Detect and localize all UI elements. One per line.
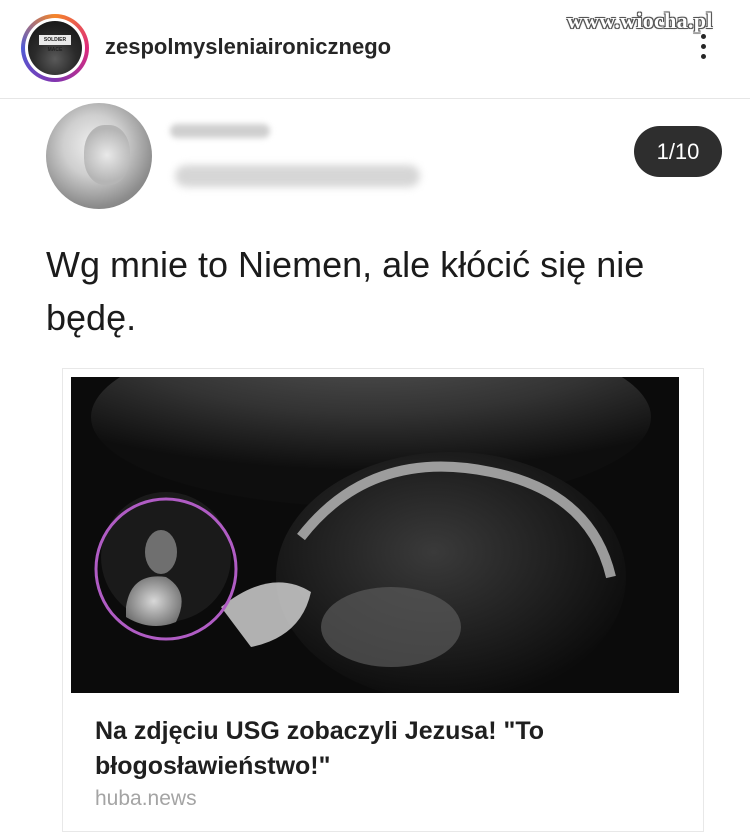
- post-caption: Wg mnie to Niemen, ale kłócić się nie bę…: [46, 244, 645, 338]
- commenter-avatar: [46, 103, 152, 209]
- watermark: www.wiocha.pl: [567, 8, 713, 33]
- link-domain[interactable]: huba.news: [95, 787, 197, 811]
- link-title[interactable]: Na zdjęciu USG zobaczyli Jezusa! "To bło…: [95, 714, 655, 784]
- avatar-image: SOLDIER MACE: [28, 21, 82, 75]
- ultrasound-illustration: [71, 377, 679, 693]
- more-options-icon[interactable]: [700, 34, 708, 64]
- avatar-sign: SOLDIER MACE: [39, 35, 71, 53]
- ultrasound-image: [71, 377, 679, 693]
- username[interactable]: zespolmysleniaironicznego: [105, 34, 391, 60]
- profile-avatar[interactable]: SOLDIER MACE: [21, 14, 89, 82]
- post-header: SOLDIER MACE zespolmysleniaironicznego w…: [0, 0, 750, 99]
- blurred-subtitle: [175, 165, 420, 187]
- blurred-name: [170, 124, 270, 138]
- carousel-counter: 1/10: [634, 126, 722, 177]
